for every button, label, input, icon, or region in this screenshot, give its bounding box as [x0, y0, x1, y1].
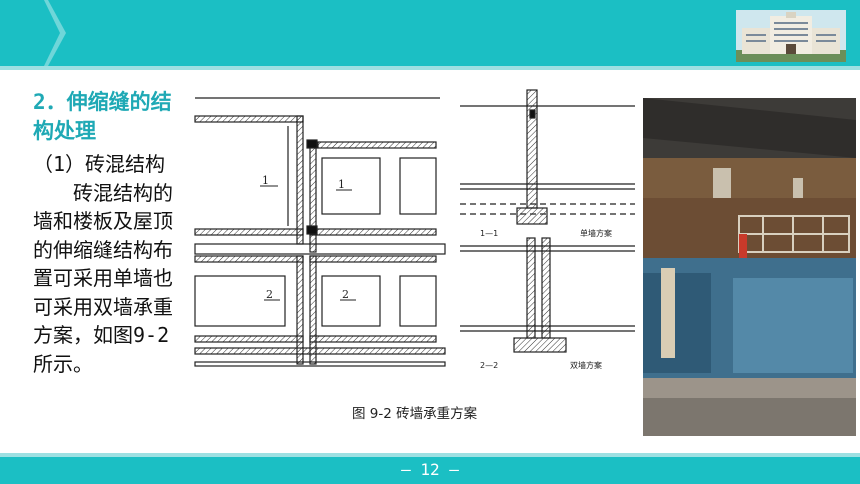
body-text: （1）砖混结构 砖混结构的墙和楼板及屋顶的伸缩缝结构布置可采用单墙也可采用双墙承…: [33, 150, 185, 378]
plan-label-2a: 2: [266, 288, 273, 301]
header-underline: [0, 66, 860, 70]
plan-label-1b: 1: [338, 178, 345, 191]
plan-label-2b: 2: [342, 288, 349, 301]
section-double-wall: [460, 237, 635, 353]
header-chevron-icon: [0, 0, 66, 66]
body-paragraph: 砖混结构的墙和楼板及屋顶的伸缩缝结构布置可采用单墙也可采用双墙承重方案，如图9-…: [33, 180, 173, 376]
scheme-label-single: 单墙方案: [580, 228, 612, 238]
figure-caption: 图 9-2 砖墙承重方案: [352, 406, 478, 422]
traditional-building-photo: [643, 98, 856, 436]
plan-label-1a: 1: [262, 174, 269, 187]
header-bar: [0, 0, 860, 66]
section-label-1-1: 1—1: [480, 229, 498, 238]
section-single-wall: [460, 89, 635, 225]
subsection-title: （1）砖混结构: [33, 152, 166, 176]
plan-view: [194, 97, 446, 367]
wall-scheme-drawing: 1 1 2 2 1—1 单墙方案 2—2 双墙方案: [194, 89, 635, 370]
section-title: 2．伸缩缝的结构处理: [33, 90, 172, 143]
scheme-label-double: 双墙方案: [570, 360, 602, 370]
section-label-2-2: 2—2: [480, 361, 498, 370]
page-number: — 12 —: [401, 460, 459, 479]
building-logo-icon: [736, 10, 846, 62]
